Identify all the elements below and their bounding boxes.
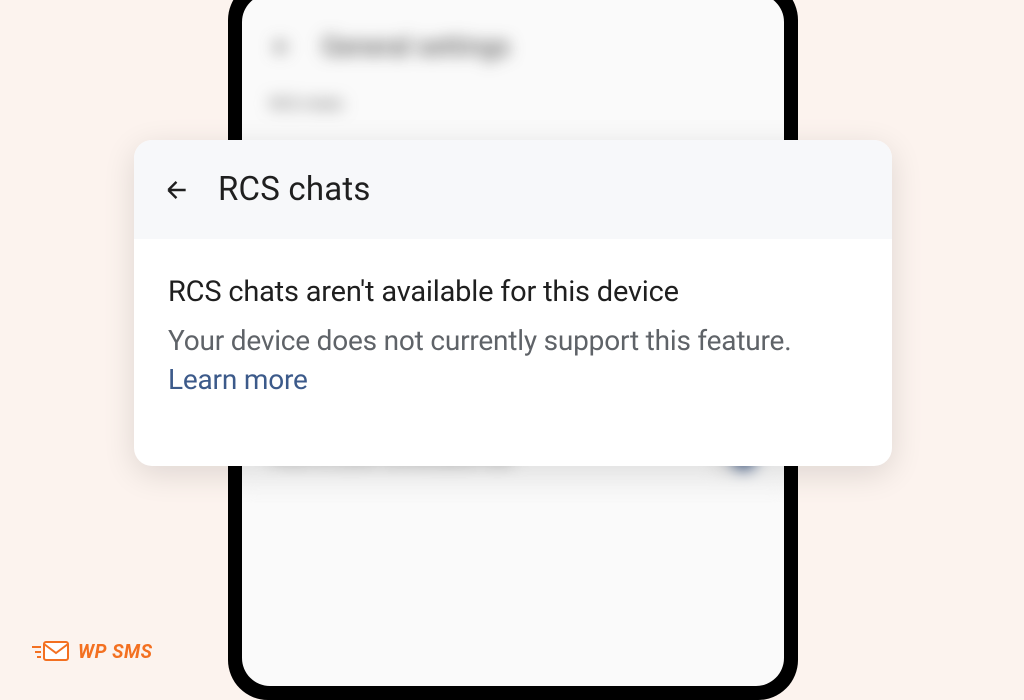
status-description: Your device does not currently support t… (168, 321, 858, 399)
card-header: RCS chats (134, 140, 892, 239)
back-button[interactable] (164, 177, 190, 203)
back-arrow-icon (270, 35, 294, 59)
blur-header: General settings (242, 14, 784, 80)
page-title: RCS chats (218, 170, 371, 209)
logo-text: WP SMS (78, 640, 153, 663)
status-body-text: Your device does not currently support t… (168, 324, 791, 357)
back-arrow-icon (164, 177, 190, 203)
learn-more-link[interactable]: Learn more (168, 363, 308, 396)
status-heading: RCS chats aren't available for this devi… (168, 275, 858, 309)
envelope-motion-icon (32, 638, 70, 664)
card-body: RCS chats aren't available for this devi… (134, 239, 892, 435)
rcs-chats-card: RCS chats RCS chats aren't available for… (134, 140, 892, 466)
blur-section-label: RCS chats (242, 80, 784, 127)
blur-page-title: General settings (322, 32, 510, 62)
wp-sms-logo: WP SMS (32, 638, 153, 664)
